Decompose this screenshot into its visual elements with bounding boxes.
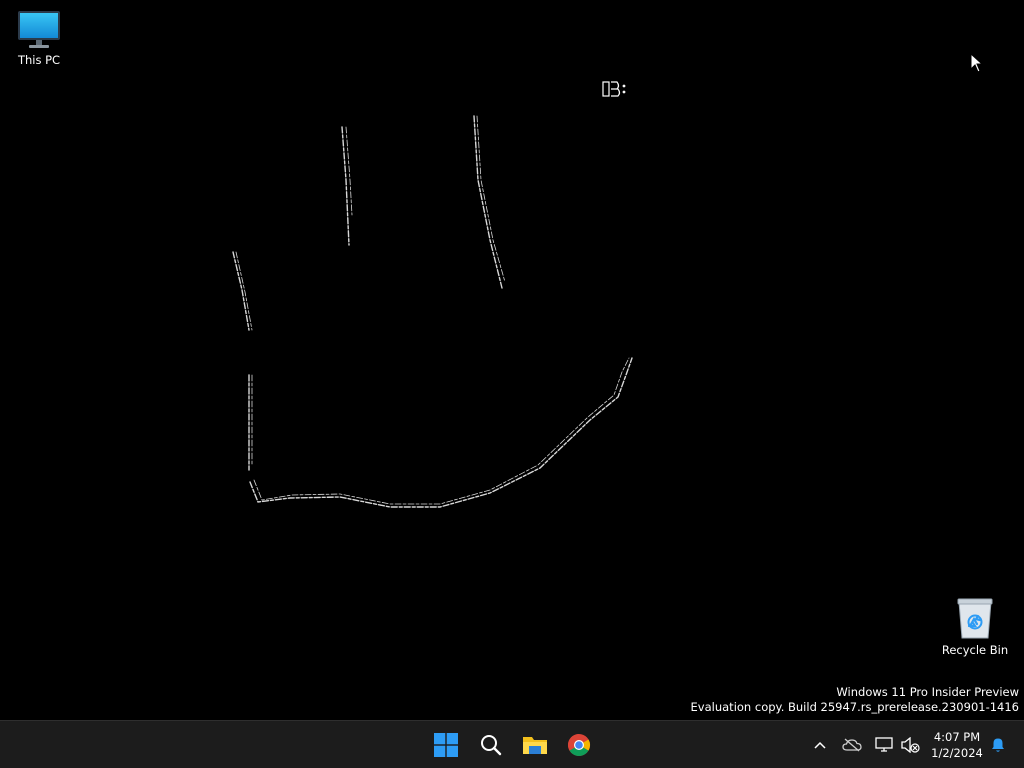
file-explorer-button[interactable]	[515, 725, 555, 765]
onedrive-tray-button[interactable]	[839, 731, 865, 759]
mouse-pointer-icon	[970, 52, 984, 77]
search-icon	[481, 735, 502, 756]
clock-date: 1/2/2024	[931, 746, 983, 760]
windows-logo-icon	[434, 733, 458, 757]
chevron-up-icon	[814, 741, 826, 749]
clock-time: 4:07 PM	[933, 730, 981, 744]
network-tray-button[interactable]	[871, 731, 897, 759]
taskbar: 4:07 PM 1/2/2024	[0, 720, 1024, 768]
watermark-build: Evaluation copy. Build 25947.rs_prerelea…	[690, 700, 1019, 714]
notification-bell-icon	[992, 738, 1004, 752]
windows-watermark: Windows 11 Pro Insider Preview Evaluatio…	[691, 685, 1019, 715]
watermark-edition: Windows 11 Pro Insider Preview	[836, 685, 1019, 699]
volume-tray-button[interactable]	[897, 731, 923, 759]
search-button[interactable]	[471, 725, 511, 765]
chrome-button[interactable]	[559, 725, 599, 765]
desktop: This PC Recycle Bin Windows 11 Pro Insid…	[0, 0, 1024, 720]
wallpaper-line-drawing	[232, 81, 633, 508]
small-glyph-mark	[602, 81, 626, 97]
network-icon	[875, 737, 893, 752]
folder-icon	[523, 737, 547, 754]
notifications-button[interactable]	[985, 731, 1011, 759]
volume-muted-icon	[901, 737, 920, 753]
onedrive-icon	[842, 738, 862, 752]
show-hidden-icons-button[interactable]	[807, 731, 833, 759]
start-button[interactable]	[426, 725, 466, 765]
chrome-icon	[568, 734, 590, 756]
taskbar-clock[interactable]: 4:07 PM 1/2/2024	[924, 729, 990, 761]
